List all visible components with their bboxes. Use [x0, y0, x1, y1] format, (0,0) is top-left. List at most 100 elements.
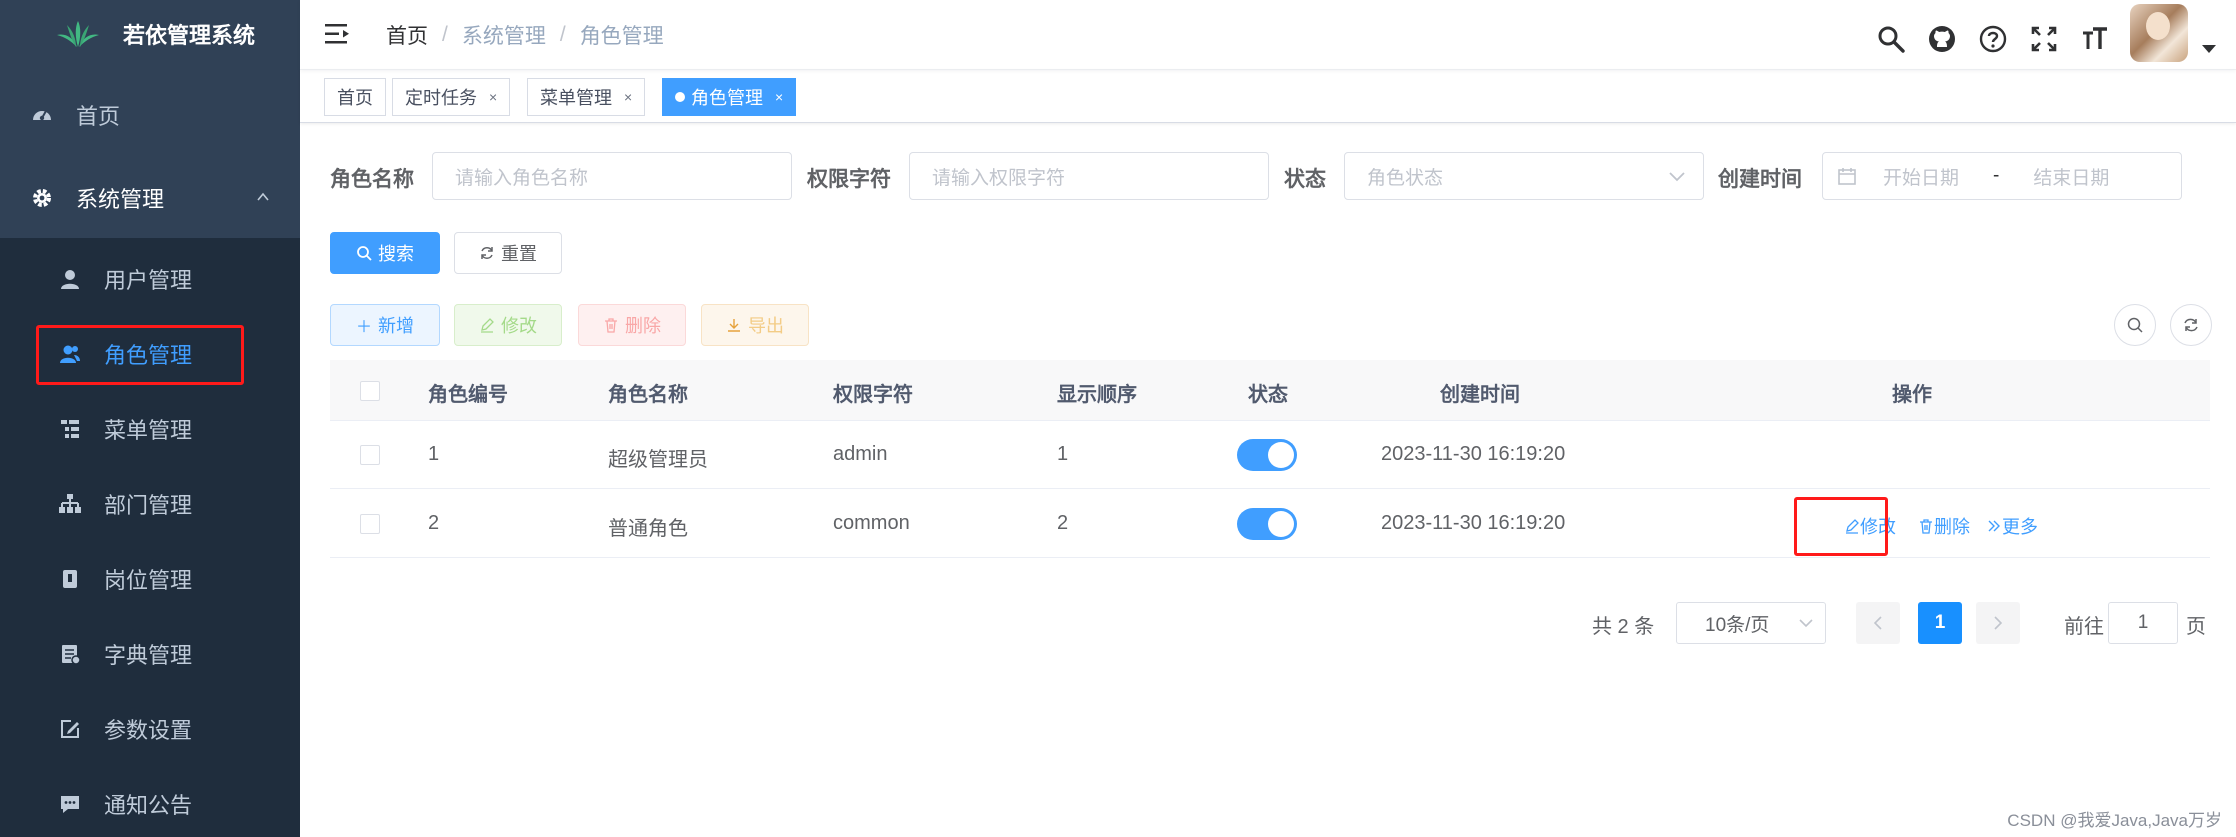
select-all-checkbox[interactable]	[360, 381, 380, 401]
close-icon[interactable]: ×	[489, 89, 497, 105]
search-button[interactable]: 搜索	[330, 232, 440, 274]
row-edit-link[interactable]: 修改	[1844, 513, 1896, 539]
breadcrumb-home[interactable]: 首页	[386, 20, 428, 50]
chevron-left-icon	[1873, 616, 1882, 630]
cell-role-id: 1	[428, 443, 440, 465]
table-row: 2 普通角色 common 2 2023-11-30 16:19:20 修改 删…	[330, 490, 2210, 558]
caret-down-icon[interactable]	[2202, 45, 2216, 53]
avatar[interactable]	[2130, 4, 2188, 62]
sidebar-item-dict[interactable]: 字典管理	[0, 617, 300, 691]
status-switch[interactable]	[1237, 508, 1297, 540]
close-icon[interactable]: ×	[775, 89, 783, 105]
row-delete-link[interactable]: 删除	[1918, 513, 1970, 539]
tag-label: 菜单管理	[540, 88, 612, 108]
delete-button[interactable]: 删除	[578, 304, 686, 346]
app-title: 若依管理系统	[123, 23, 256, 48]
row-more-link[interactable]: 更多	[1986, 513, 2038, 539]
reset-button[interactable]: 重置	[454, 232, 562, 274]
status-select[interactable]: 角色状态	[1344, 152, 1704, 200]
cell-sort: 2	[1057, 512, 1069, 534]
goto-page-input[interactable]: 1	[2108, 602, 2178, 644]
cell-sort: 1	[1057, 443, 1069, 465]
sidebar-item-config[interactable]: 参数设置	[0, 692, 300, 766]
tag-label: 角色管理	[691, 88, 763, 108]
tag-label: 定时任务	[405, 88, 477, 108]
sidebar-item-label: 通知公告	[104, 793, 193, 818]
sidebar-item-system[interactable]: 系统管理	[0, 158, 300, 238]
row-checkbox[interactable]	[360, 514, 380, 534]
sidebar-item-label: 岗位管理	[104, 568, 193, 593]
input-placeholder: 请输入角色名称	[455, 167, 589, 189]
breadcrumb: 首页 / 系统管理 / 角色管理	[386, 20, 664, 50]
status-switch[interactable]	[1237, 439, 1297, 471]
sidebar-item-users[interactable]: 用户管理	[0, 242, 300, 316]
row-checkbox[interactable]	[360, 445, 380, 465]
logo-icon	[57, 21, 99, 47]
logo[interactable]: 若依管理系统	[0, 0, 300, 68]
edit-button[interactable]: 修改	[454, 304, 562, 346]
download-icon	[728, 319, 740, 332]
page-size-value: 10条/页	[1705, 614, 1770, 636]
fullscreen-icon[interactable]	[2028, 23, 2060, 55]
font-size-icon[interactable]	[2079, 23, 2111, 55]
refresh-table-button[interactable]	[2170, 304, 2212, 346]
sidebar-item-menus[interactable]: 菜单管理	[0, 392, 300, 466]
role-name-input[interactable]: 请输入角色名称	[432, 152, 792, 200]
role-name-label: 角色名称	[330, 168, 414, 191]
tag-job[interactable]: 定时任务 ×	[392, 78, 511, 116]
toggle-search-button[interactable]	[2114, 304, 2156, 346]
sidebar-item-label: 菜单管理	[104, 418, 193, 443]
tag-role[interactable]: 角色管理 ×	[662, 78, 797, 116]
export-button[interactable]: 导出	[701, 304, 809, 346]
tag-menu[interactable]: 菜单管理 ×	[527, 78, 646, 116]
search-icon[interactable]	[1875, 23, 1907, 55]
dict-icon	[56, 640, 84, 668]
perm-label: 权限字符	[807, 168, 891, 191]
col-role-key: 权限字符	[833, 384, 913, 406]
pagination-total: 共 2 条	[1592, 616, 1655, 638]
col-actions: 操作	[1892, 384, 1932, 406]
sidebar-item-label: 参数设置	[104, 718, 193, 743]
edit-button-label: 修改	[501, 316, 537, 336]
current-page-number: 1	[1934, 612, 1946, 633]
col-status: 状态	[1248, 384, 1288, 406]
page-button-current[interactable]: 1	[1918, 602, 1962, 644]
delete-button-label: 删除	[625, 316, 661, 336]
row-edit-label: 修改	[1860, 517, 1896, 537]
double-arrow-right-icon	[1988, 520, 2000, 532]
close-icon[interactable]: ×	[624, 89, 632, 105]
sidebar-item-depts[interactable]: 部门管理	[0, 467, 300, 541]
question-icon[interactable]	[1977, 23, 2009, 55]
hamburger-icon[interactable]	[325, 22, 351, 46]
col-create-time: 创建时间	[1440, 384, 1520, 406]
navbar-right	[1875, 4, 2236, 62]
input-placeholder: 角色状态	[1367, 167, 1444, 189]
add-button-label: 新增	[378, 316, 414, 336]
next-page-button[interactable]	[1976, 602, 2020, 644]
goto-label: 前往	[2064, 616, 2104, 638]
page-size-select[interactable]: 10条/页	[1676, 602, 1826, 644]
sidebar-item-posts[interactable]: 岗位管理	[0, 542, 300, 616]
github-icon[interactable]	[1926, 23, 1958, 55]
tag-home[interactable]: 首页	[324, 78, 386, 116]
chevron-up-icon	[257, 192, 269, 201]
sidebar-item-label: 角色管理	[104, 343, 193, 368]
export-button-label: 导出	[748, 316, 784, 336]
dashboard-icon	[28, 101, 56, 129]
search-icon	[357, 246, 372, 261]
start-date-placeholder[interactable]: 开始日期	[1883, 163, 1959, 190]
sidebar-item-notice[interactable]: 通知公告	[0, 767, 300, 837]
add-button[interactable]: ＋ 新增	[330, 304, 440, 346]
sidebar-item-label: 系统管理	[76, 187, 165, 212]
end-date-placeholder[interactable]: 结束日期	[2033, 163, 2109, 190]
date-label: 创建时间	[1718, 168, 1802, 191]
search-icon	[2127, 317, 2143, 333]
breadcrumb-separator: /	[442, 23, 448, 46]
sidebar-item-roles[interactable]: 角色管理	[0, 317, 300, 391]
perm-input[interactable]: 请输入权限字符	[909, 152, 1269, 200]
cell-create-time: 2023-11-30 16:19:20	[1381, 443, 1566, 465]
date-range-picker[interactable]: 开始日期 - 结束日期	[1822, 152, 2182, 200]
search-button-label: 搜索	[378, 244, 414, 264]
prev-page-button[interactable]	[1856, 602, 1900, 644]
sidebar-item-home[interactable]: 首页	[0, 75, 300, 155]
